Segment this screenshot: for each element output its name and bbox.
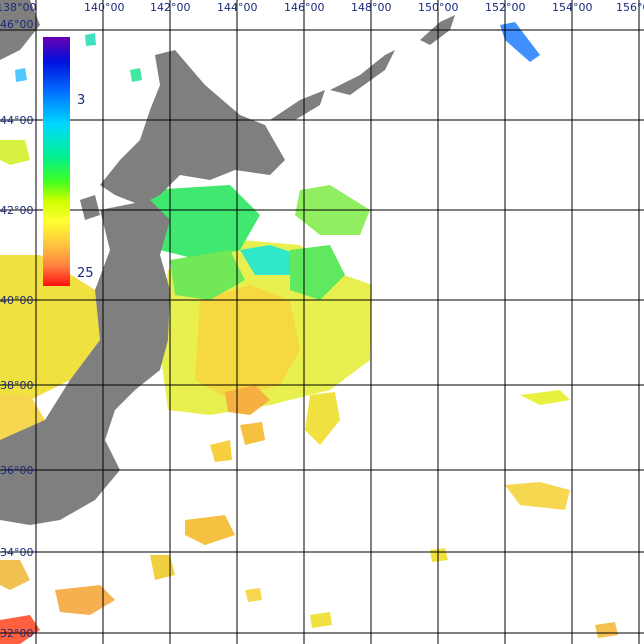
sea-surface-temperature-layer xyxy=(0,22,618,644)
lon-label: 154°00 xyxy=(552,1,593,14)
longitude-labels: 138°00 140°00 142°00 144°00 146°00 148°0… xyxy=(0,1,644,14)
lat-label: 40°00 xyxy=(0,294,34,307)
lat-label: 42°00 xyxy=(0,204,34,217)
lon-label: 142°00 xyxy=(150,1,191,14)
lon-label: 144°00 xyxy=(217,1,258,14)
lat-label: 44°00 xyxy=(0,114,34,127)
lon-label: 148°00 xyxy=(351,1,392,14)
scale-label-min: 3 xyxy=(77,93,85,108)
lon-label: 152°00 xyxy=(485,1,526,14)
sst-map: 138°00 140°00 142°00 144°00 146°00 148°0… xyxy=(0,0,644,644)
lon-label: 140°00 xyxy=(84,1,125,14)
lon-label: 146°00 xyxy=(284,1,325,14)
lon-label: 156°0 xyxy=(616,1,644,14)
color-scale-legend: 3 25 xyxy=(43,37,94,286)
lat-label: 32°00 xyxy=(0,627,34,640)
color-scale-bar xyxy=(43,37,70,286)
lat-label: 36°00 xyxy=(0,464,34,477)
lat-label: 38°00 xyxy=(0,379,34,392)
lon-label: 150°00 xyxy=(418,1,459,14)
lon-label: 138°00 xyxy=(0,1,37,14)
scale-label-max: 25 xyxy=(77,266,94,281)
lat-label: 34°00 xyxy=(0,546,34,559)
map-canvas: 138°00 140°00 142°00 144°00 146°00 148°0… xyxy=(0,0,644,644)
lat-label: 46°00 xyxy=(0,18,34,31)
